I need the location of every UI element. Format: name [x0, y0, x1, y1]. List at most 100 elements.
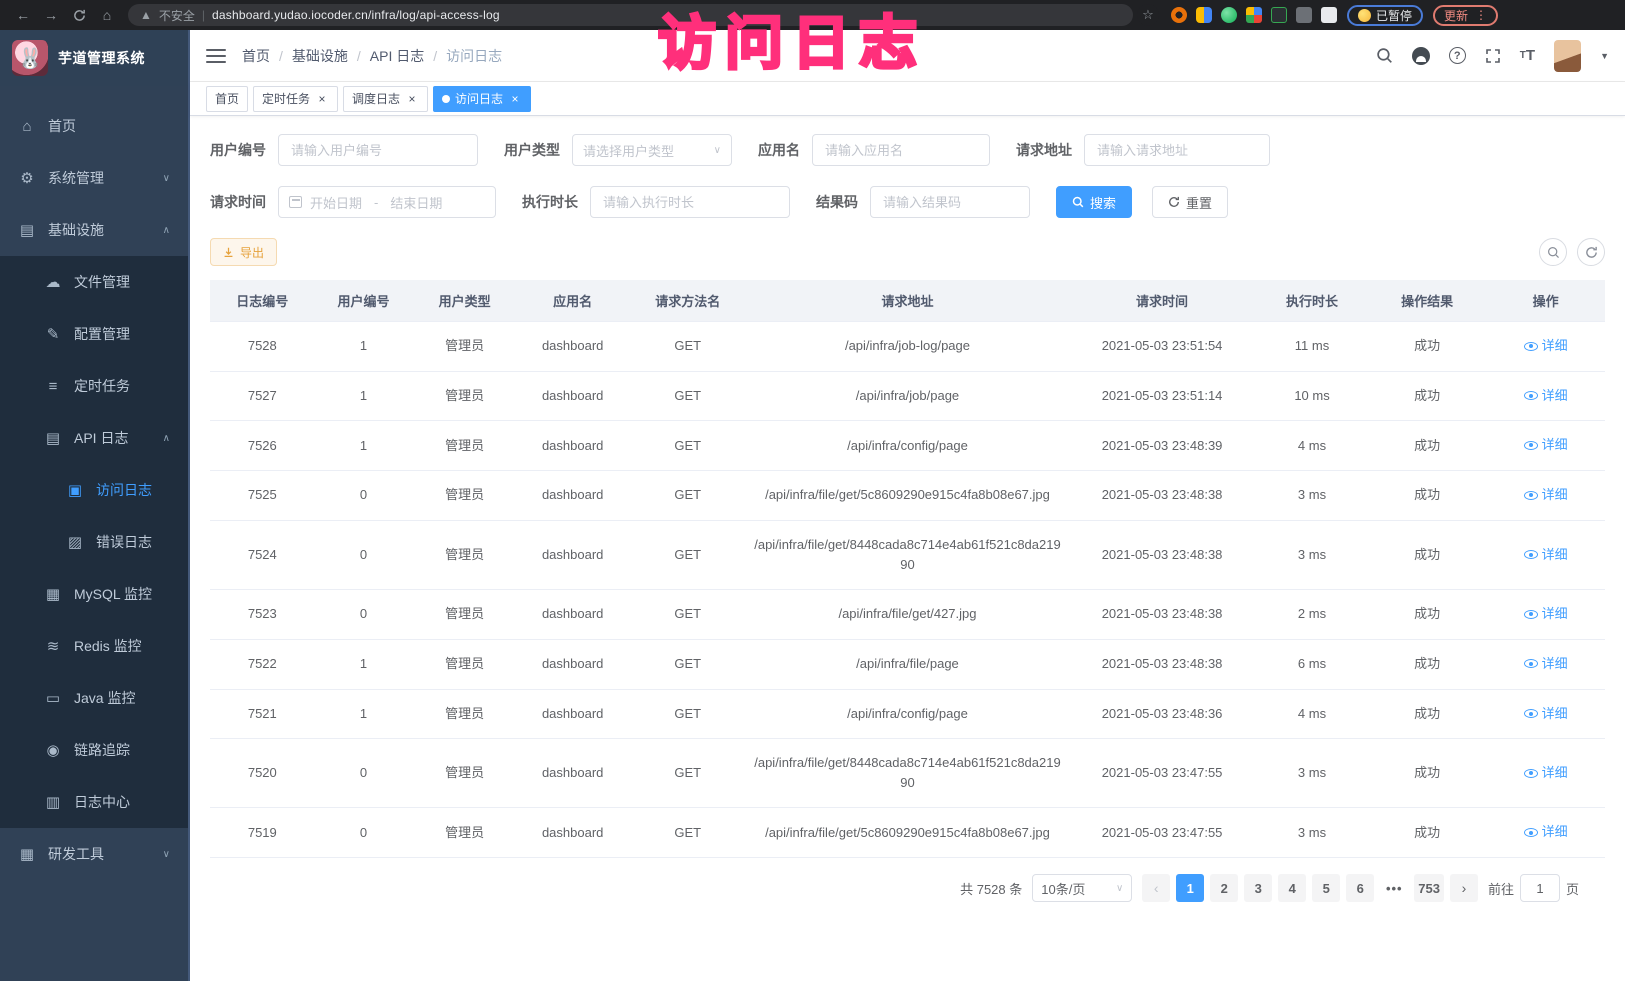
detail-link[interactable]: 详细 [1524, 485, 1568, 505]
breadcrumb-item[interactable]: 首页 [242, 46, 270, 66]
user-avatar[interactable] [1554, 40, 1581, 72]
breadcrumb-item[interactable]: 基础设施 [292, 46, 348, 66]
page-button-2[interactable]: 2 [1210, 874, 1238, 902]
close-icon[interactable]: × [405, 92, 419, 106]
filter-input-执行时长[interactable] [590, 186, 790, 218]
column-header-用户类型: 用户类型 [412, 280, 517, 322]
github-icon[interactable] [1412, 47, 1430, 65]
extension-icon-6[interactable] [1296, 7, 1312, 23]
tab-调度日志[interactable]: 调度日志× [343, 86, 428, 112]
detail-link[interactable]: 详细 [1524, 336, 1568, 356]
sidebar-item-infra[interactable]: ▤基础设施∧ [0, 204, 188, 256]
sidebar-item-file[interactable]: ☁文件管理 [0, 256, 188, 308]
extension-icon-7[interactable] [1321, 7, 1337, 23]
table-cell: 2021-05-03 23:48:38 [1068, 520, 1256, 589]
font-size-icon[interactable]: TT [1520, 47, 1535, 64]
page-button-4[interactable]: 4 [1278, 874, 1306, 902]
chevron-down-icon[interactable]: ▼ [1600, 51, 1609, 61]
fullscreen-icon[interactable] [1485, 48, 1501, 64]
toggle-search-button[interactable] [1539, 238, 1567, 266]
sidebar-item-log-center[interactable]: ▥日志中心 [0, 776, 188, 828]
extension-icon-2[interactable] [1196, 7, 1212, 23]
breadcrumb-item[interactable]: API 日志 [370, 46, 424, 66]
chevron-up-icon: ∧ [163, 433, 170, 444]
reset-button[interactable]: 重置 [1152, 186, 1228, 218]
sidebar-item-access-log[interactable]: ▣访问日志 [0, 464, 188, 516]
date-range-picker[interactable]: 开始日期 - 结束日期 [278, 186, 496, 218]
filter-select-用户类型[interactable]: 请选择用户类型∨ [572, 134, 732, 166]
sidebar-item-job[interactable]: ≡定时任务 [0, 360, 188, 412]
collapse-menu-icon[interactable] [206, 49, 226, 63]
detail-link[interactable]: 详细 [1524, 435, 1568, 455]
detail-link[interactable]: 详细 [1524, 604, 1568, 624]
redis-icon: ≋ [44, 637, 62, 655]
sidebar-item-redis[interactable]: ≋Redis 监控 [0, 620, 188, 672]
detail-link[interactable]: 详细 [1524, 386, 1568, 406]
extension-icon-1[interactable] [1171, 7, 1187, 23]
profile-emoji-icon [1358, 9, 1371, 22]
sidebar-item-error-log[interactable]: ▨错误日志 [0, 516, 188, 568]
prev-page-button[interactable]: ‹ [1142, 874, 1170, 902]
table-cell: 2021-05-03 23:51:54 [1068, 322, 1256, 372]
detail-link-label: 详细 [1542, 654, 1568, 674]
close-icon[interactable]: × [315, 92, 329, 106]
page-button-6[interactable]: 6 [1346, 874, 1374, 902]
app-logo-icon: 🐰 [12, 40, 48, 76]
page-button-753[interactable]: 753 [1414, 874, 1444, 902]
detail-link[interactable]: 详细 [1524, 763, 1568, 783]
refresh-button[interactable] [1577, 238, 1605, 266]
sidebar-item-trace[interactable]: ◉链路追踪 [0, 724, 188, 776]
reload-icon[interactable] [66, 3, 92, 27]
tab-访问日志[interactable]: 访问日志× [433, 86, 531, 112]
next-page-button[interactable]: › [1450, 874, 1478, 902]
bookmark-star-icon[interactable]: ☆ [1137, 4, 1159, 26]
detail-link[interactable]: 详细 [1524, 822, 1568, 842]
extension-icon-3[interactable] [1221, 7, 1237, 23]
address-bar[interactable]: ▲ 不安全 | dashboard.yudao.iocoder.cn/infra… [128, 4, 1133, 26]
browser-menu-icon[interactable]: ⋮ [1475, 8, 1487, 22]
forward-icon[interactable]: → [38, 3, 64, 27]
tab-定时任务[interactable]: 定时任务× [253, 86, 338, 112]
extension-icon-4[interactable] [1246, 7, 1262, 23]
detail-link[interactable]: 详细 [1524, 545, 1568, 565]
filter-input-结果码[interactable] [870, 186, 1030, 218]
tab-首页[interactable]: 首页 [206, 86, 248, 112]
page-button-3[interactable]: 3 [1244, 874, 1272, 902]
profile-paused-badge[interactable]: 已暂停 [1347, 5, 1423, 26]
sidebar-item-mysql[interactable]: ▦MySQL 监控 [0, 568, 188, 620]
sidebar-item-java[interactable]: ▭Java 监控 [0, 672, 188, 724]
search-button[interactable]: 搜索 [1056, 186, 1132, 218]
export-button[interactable]: 导出 [210, 238, 277, 266]
sidebar-item-api-log[interactable]: ▤API 日志∧ [0, 412, 188, 464]
app-logo-row[interactable]: 🐰 芋道管理系统 [0, 30, 188, 86]
sidebar: 🐰 芋道管理系统 ⌂首页⚙系统管理∨▤基础设施∧☁文件管理✎配置管理≡定时任务▤… [0, 30, 190, 981]
filter-input-应用名[interactable] [812, 134, 990, 166]
sidebar-item-system[interactable]: ⚙系统管理∨ [0, 152, 188, 204]
filter-input-用户编号[interactable] [278, 134, 478, 166]
eye-icon [1524, 491, 1538, 500]
detail-link[interactable]: 详细 [1524, 654, 1568, 674]
table-body: 75281管理员dashboardGET/api/infra/job-log/p… [210, 322, 1605, 858]
page-button-1[interactable]: 1 [1176, 874, 1204, 902]
sidebar-item-label: 基础设施 [48, 220, 104, 240]
detail-link[interactable]: 详细 [1524, 704, 1568, 724]
filter-input-请求地址[interactable] [1084, 134, 1270, 166]
sidebar-item-dev-tools[interactable]: ▦研发工具∨ [0, 828, 188, 880]
browser-update-button[interactable]: 更新 ⋮ [1433, 5, 1498, 26]
back-icon[interactable]: ← [10, 3, 36, 27]
sidebar-item-config[interactable]: ✎配置管理 [0, 308, 188, 360]
help-icon[interactable]: ? [1449, 47, 1466, 64]
search-icon[interactable] [1376, 47, 1393, 64]
page-button-5[interactable]: 5 [1312, 874, 1340, 902]
more-pages-icon[interactable]: ••• [1380, 874, 1408, 902]
table-cell: 3 ms [1256, 520, 1368, 589]
page-size-select[interactable]: 10条/页 ∨ [1032, 874, 1132, 902]
sidebar-item-home[interactable]: ⌂首页 [0, 100, 188, 152]
home-icon[interactable]: ⌂ [94, 3, 120, 27]
extension-icon-5[interactable] [1271, 7, 1287, 23]
table-cell: 成功 [1368, 808, 1487, 858]
goto-page-input[interactable] [1520, 874, 1560, 902]
close-icon[interactable]: × [508, 92, 522, 106]
table-cell: 管理员 [412, 808, 517, 858]
column-header-日志编号: 日志编号 [210, 280, 315, 322]
